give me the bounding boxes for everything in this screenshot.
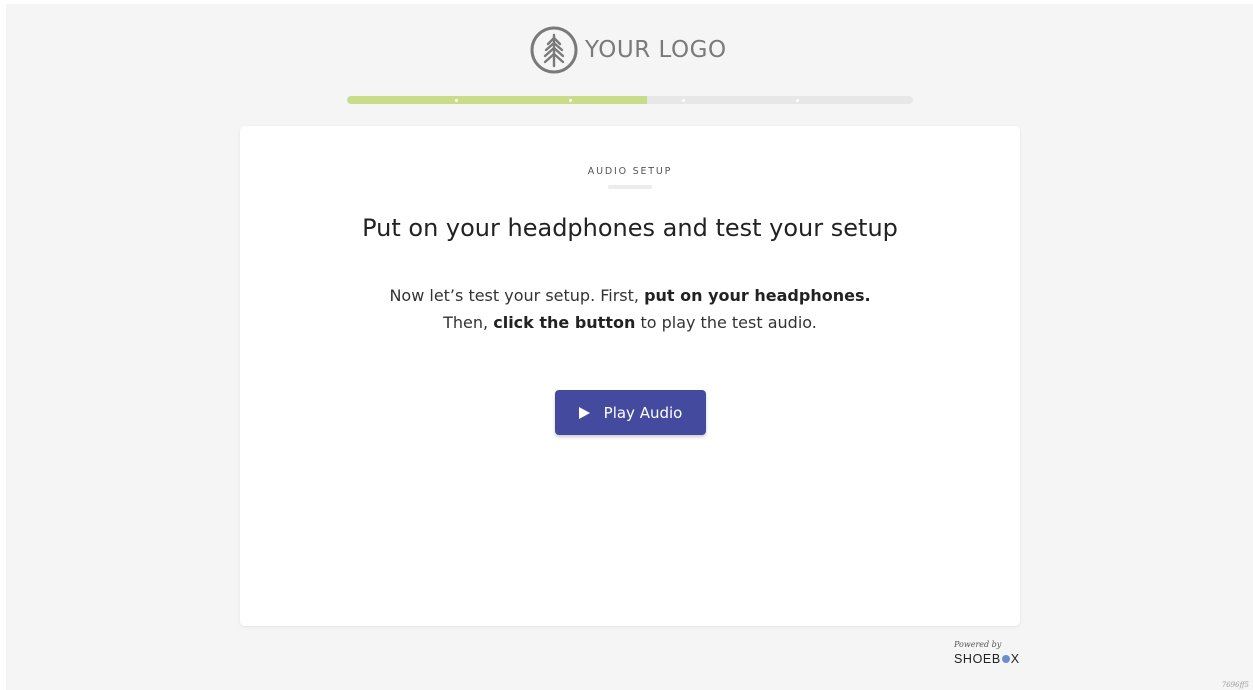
setup-card: AUDIO SETUP Put on your headphones and t…: [240, 126, 1020, 626]
progress-fill: [347, 96, 647, 104]
page-background: YOUR LOGO AUDIO SETUP Put on your headph…: [6, 4, 1253, 690]
powered-by-label: Powered by: [954, 640, 1002, 649]
build-id: 7696ff5: [1221, 681, 1249, 689]
play-audio-label: Play Audio: [603, 403, 683, 422]
progress-step-marker: [455, 98, 458, 102]
page-title: Put on your headphones and test your set…: [362, 214, 898, 242]
powered-by-shoebox: Powered by SHOEB X: [954, 640, 1034, 666]
instructions: Now let’s test your setup. First, put on…: [240, 282, 1020, 336]
progress-step-marker: [569, 98, 572, 102]
instructions-text: to play the test audio.: [635, 313, 817, 332]
instructions-text: Then,: [443, 313, 494, 332]
play-audio-button[interactable]: Play Audio: [555, 390, 706, 435]
brand-dot-icon: [1001, 655, 1010, 663]
progress-bar: [347, 96, 913, 104]
instructions-line-1: Now let’s test your setup. First, put on…: [240, 282, 1020, 309]
instructions-emphasis: put on your headphones.: [644, 286, 871, 305]
step-label-underline: [608, 185, 652, 189]
instructions-text: Now let’s test your setup. First,: [389, 286, 645, 305]
progress-step-marker: [682, 98, 685, 102]
play-icon: [578, 406, 590, 419]
brand-text: X: [1010, 652, 1020, 666]
tree-icon: [530, 26, 578, 74]
logo: YOUR LOGO: [530, 24, 750, 76]
instructions-line-2: Then, click the button to play the test …: [240, 309, 1020, 336]
step-label: AUDIO SETUP: [587, 166, 673, 177]
logo-text: YOUR LOGO: [585, 37, 727, 63]
brand-text: SHOEB: [954, 652, 1001, 666]
shoebox-logo: SHOEB X: [954, 652, 1034, 666]
instructions-emphasis: click the button: [493, 313, 636, 332]
progress-step-marker: [796, 98, 799, 102]
